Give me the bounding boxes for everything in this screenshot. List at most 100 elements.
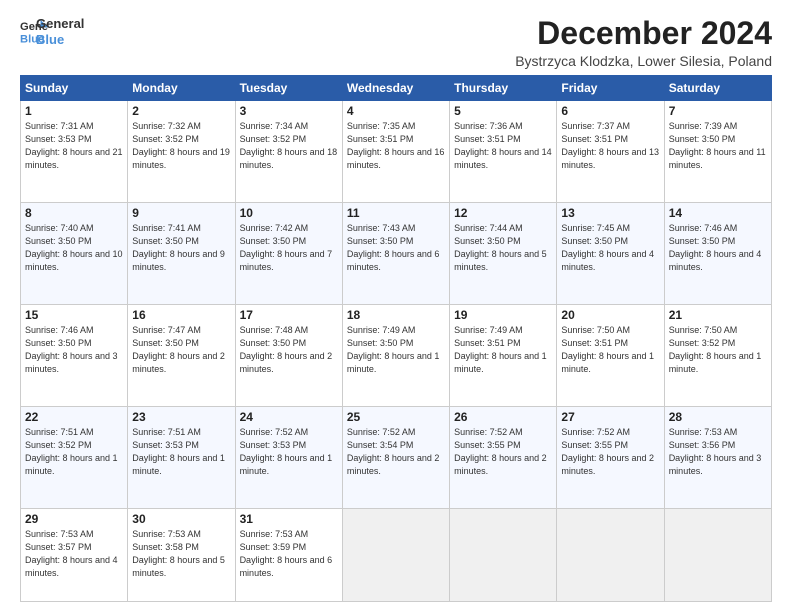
- day-number: 21: [669, 308, 767, 322]
- logo-line2: Blue: [36, 32, 84, 48]
- day-info: Sunrise: 7:37 AMSunset: 3:51 PMDaylight:…: [561, 120, 659, 172]
- day-info: Sunrise: 7:35 AMSunset: 3:51 PMDaylight:…: [347, 120, 445, 172]
- table-row: [557, 508, 664, 601]
- day-info: Sunrise: 7:52 AMSunset: 3:54 PMDaylight:…: [347, 426, 445, 478]
- logo-line1: General: [36, 16, 84, 32]
- day-number: 26: [454, 410, 552, 424]
- table-row: 17 Sunrise: 7:48 AMSunset: 3:50 PMDaylig…: [235, 304, 342, 406]
- col-sunday: Sunday: [21, 76, 128, 101]
- day-info: Sunrise: 7:44 AMSunset: 3:50 PMDaylight:…: [454, 222, 552, 274]
- day-info: Sunrise: 7:39 AMSunset: 3:50 PMDaylight:…: [669, 120, 767, 172]
- header: General Blue General Blue December 2024 …: [20, 16, 772, 69]
- title-block: December 2024 Bystrzyca Klodzka, Lower S…: [515, 16, 772, 69]
- day-number: 9: [132, 206, 230, 220]
- col-thursday: Thursday: [450, 76, 557, 101]
- day-number: 14: [669, 206, 767, 220]
- table-row: 29 Sunrise: 7:53 AMSunset: 3:57 PMDaylig…: [21, 508, 128, 601]
- table-row: 8 Sunrise: 7:40 AMSunset: 3:50 PMDayligh…: [21, 203, 128, 305]
- table-row: 9 Sunrise: 7:41 AMSunset: 3:50 PMDayligh…: [128, 203, 235, 305]
- table-row: 26 Sunrise: 7:52 AMSunset: 3:55 PMDaylig…: [450, 406, 557, 508]
- day-number: 18: [347, 308, 445, 322]
- day-number: 4: [347, 104, 445, 118]
- table-row: 19 Sunrise: 7:49 AMSunset: 3:51 PMDaylig…: [450, 304, 557, 406]
- table-row: 7 Sunrise: 7:39 AMSunset: 3:50 PMDayligh…: [664, 101, 771, 203]
- table-row: [342, 508, 449, 601]
- table-row: 4 Sunrise: 7:35 AMSunset: 3:51 PMDayligh…: [342, 101, 449, 203]
- day-info: Sunrise: 7:49 AMSunset: 3:50 PMDaylight:…: [347, 324, 445, 376]
- day-info: Sunrise: 7:52 AMSunset: 3:55 PMDaylight:…: [561, 426, 659, 478]
- page: General Blue General Blue December 2024 …: [0, 0, 792, 612]
- logo: General Blue General Blue: [20, 16, 84, 47]
- day-info: Sunrise: 7:46 AMSunset: 3:50 PMDaylight:…: [25, 324, 123, 376]
- table-row: [450, 508, 557, 601]
- day-info: Sunrise: 7:53 AMSunset: 3:59 PMDaylight:…: [240, 528, 338, 580]
- table-row: 28 Sunrise: 7:53 AMSunset: 3:56 PMDaylig…: [664, 406, 771, 508]
- day-number: 2: [132, 104, 230, 118]
- day-number: 23: [132, 410, 230, 424]
- day-info: Sunrise: 7:36 AMSunset: 3:51 PMDaylight:…: [454, 120, 552, 172]
- day-number: 25: [347, 410, 445, 424]
- day-number: 5: [454, 104, 552, 118]
- day-info: Sunrise: 7:46 AMSunset: 3:50 PMDaylight:…: [669, 222, 767, 274]
- day-number: 30: [132, 512, 230, 526]
- day-number: 16: [132, 308, 230, 322]
- col-saturday: Saturday: [664, 76, 771, 101]
- day-info: Sunrise: 7:52 AMSunset: 3:53 PMDaylight:…: [240, 426, 338, 478]
- table-row: 14 Sunrise: 7:46 AMSunset: 3:50 PMDaylig…: [664, 203, 771, 305]
- day-number: 31: [240, 512, 338, 526]
- table-row: 12 Sunrise: 7:44 AMSunset: 3:50 PMDaylig…: [450, 203, 557, 305]
- table-row: 13 Sunrise: 7:45 AMSunset: 3:50 PMDaylig…: [557, 203, 664, 305]
- day-number: 29: [25, 512, 123, 526]
- day-info: Sunrise: 7:34 AMSunset: 3:52 PMDaylight:…: [240, 120, 338, 172]
- col-wednesday: Wednesday: [342, 76, 449, 101]
- table-row: 2 Sunrise: 7:32 AMSunset: 3:52 PMDayligh…: [128, 101, 235, 203]
- day-info: Sunrise: 7:40 AMSunset: 3:50 PMDaylight:…: [25, 222, 123, 274]
- day-info: Sunrise: 7:31 AMSunset: 3:53 PMDaylight:…: [25, 120, 123, 172]
- day-number: 7: [669, 104, 767, 118]
- month-title: December 2024: [515, 16, 772, 51]
- table-row: 20 Sunrise: 7:50 AMSunset: 3:51 PMDaylig…: [557, 304, 664, 406]
- table-row: 24 Sunrise: 7:52 AMSunset: 3:53 PMDaylig…: [235, 406, 342, 508]
- table-row: 11 Sunrise: 7:43 AMSunset: 3:50 PMDaylig…: [342, 203, 449, 305]
- day-number: 22: [25, 410, 123, 424]
- location-title: Bystrzyca Klodzka, Lower Silesia, Poland: [515, 53, 772, 69]
- day-number: 8: [25, 206, 123, 220]
- day-info: Sunrise: 7:43 AMSunset: 3:50 PMDaylight:…: [347, 222, 445, 274]
- day-info: Sunrise: 7:53 AMSunset: 3:56 PMDaylight:…: [669, 426, 767, 478]
- day-number: 24: [240, 410, 338, 424]
- table-row: 31 Sunrise: 7:53 AMSunset: 3:59 PMDaylig…: [235, 508, 342, 601]
- day-number: 3: [240, 104, 338, 118]
- table-row: 27 Sunrise: 7:52 AMSunset: 3:55 PMDaylig…: [557, 406, 664, 508]
- day-number: 6: [561, 104, 659, 118]
- day-number: 13: [561, 206, 659, 220]
- col-friday: Friday: [557, 76, 664, 101]
- day-number: 12: [454, 206, 552, 220]
- table-row: 1 Sunrise: 7:31 AMSunset: 3:53 PMDayligh…: [21, 101, 128, 203]
- table-row: [664, 508, 771, 601]
- day-info: Sunrise: 7:53 AMSunset: 3:57 PMDaylight:…: [25, 528, 123, 580]
- table-row: 23 Sunrise: 7:51 AMSunset: 3:53 PMDaylig…: [128, 406, 235, 508]
- table-row: 3 Sunrise: 7:34 AMSunset: 3:52 PMDayligh…: [235, 101, 342, 203]
- day-info: Sunrise: 7:32 AMSunset: 3:52 PMDaylight:…: [132, 120, 230, 172]
- day-number: 15: [25, 308, 123, 322]
- table-row: 5 Sunrise: 7:36 AMSunset: 3:51 PMDayligh…: [450, 101, 557, 203]
- table-row: 21 Sunrise: 7:50 AMSunset: 3:52 PMDaylig…: [664, 304, 771, 406]
- col-monday: Monday: [128, 76, 235, 101]
- day-info: Sunrise: 7:53 AMSunset: 3:58 PMDaylight:…: [132, 528, 230, 580]
- day-number: 19: [454, 308, 552, 322]
- calendar-table: Sunday Monday Tuesday Wednesday Thursday…: [20, 75, 772, 602]
- day-info: Sunrise: 7:49 AMSunset: 3:51 PMDaylight:…: [454, 324, 552, 376]
- table-row: 10 Sunrise: 7:42 AMSunset: 3:50 PMDaylig…: [235, 203, 342, 305]
- day-number: 28: [669, 410, 767, 424]
- day-info: Sunrise: 7:47 AMSunset: 3:50 PMDaylight:…: [132, 324, 230, 376]
- day-info: Sunrise: 7:50 AMSunset: 3:52 PMDaylight:…: [669, 324, 767, 376]
- day-number: 10: [240, 206, 338, 220]
- table-row: 16 Sunrise: 7:47 AMSunset: 3:50 PMDaylig…: [128, 304, 235, 406]
- day-info: Sunrise: 7:42 AMSunset: 3:50 PMDaylight:…: [240, 222, 338, 274]
- day-info: Sunrise: 7:50 AMSunset: 3:51 PMDaylight:…: [561, 324, 659, 376]
- col-tuesday: Tuesday: [235, 76, 342, 101]
- calendar-header-row: Sunday Monday Tuesday Wednesday Thursday…: [21, 76, 772, 101]
- day-number: 1: [25, 104, 123, 118]
- day-info: Sunrise: 7:52 AMSunset: 3:55 PMDaylight:…: [454, 426, 552, 478]
- day-number: 11: [347, 206, 445, 220]
